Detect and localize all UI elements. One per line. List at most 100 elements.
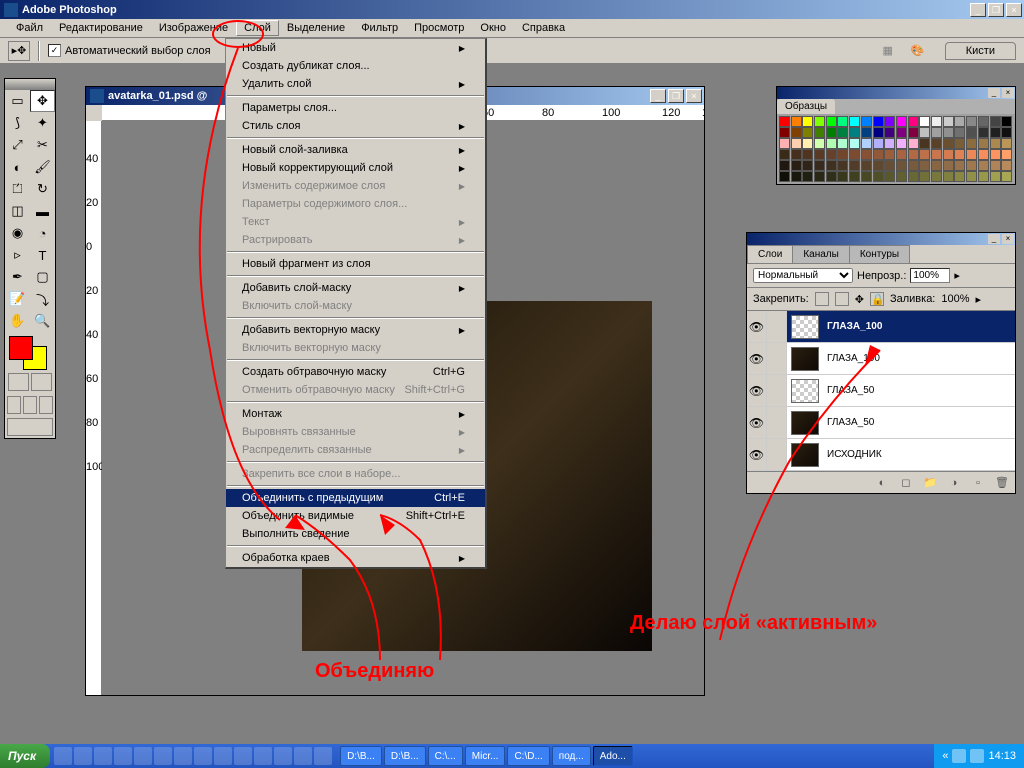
- visibility-icon[interactable]: 👁: [747, 407, 767, 438]
- swatch[interactable]: [966, 149, 977, 160]
- link-cell[interactable]: [767, 439, 787, 470]
- swatch[interactable]: [896, 127, 907, 138]
- swatch[interactable]: [861, 171, 872, 182]
- minimize-button[interactable]: _: [970, 3, 986, 17]
- swatch[interactable]: [826, 171, 837, 182]
- swatch[interactable]: [966, 138, 977, 149]
- swatch[interactable]: [954, 116, 965, 127]
- menu-file[interactable]: Файл: [8, 20, 51, 36]
- paths-tab[interactable]: Контуры: [849, 245, 910, 263]
- swatch[interactable]: [884, 171, 895, 182]
- screenmode-3[interactable]: [39, 396, 53, 414]
- gradient-tool[interactable]: ▬: [30, 200, 55, 222]
- blend-mode-select[interactable]: Нормальный: [753, 268, 853, 283]
- menu-filter[interactable]: Фильтр: [353, 20, 406, 36]
- swatch[interactable]: [826, 127, 837, 138]
- screenmode-1[interactable]: [7, 396, 21, 414]
- history-brush-tool[interactable]: ↻: [30, 178, 55, 200]
- standard-mode-button[interactable]: [8, 373, 29, 391]
- swatch[interactable]: [802, 171, 813, 182]
- swatch[interactable]: [826, 149, 837, 160]
- swatch[interactable]: [814, 160, 825, 171]
- menu-item[interactable]: Создать дубликат слоя...: [226, 57, 485, 75]
- color-swatches[interactable]: [5, 332, 55, 370]
- swatch[interactable]: [837, 171, 848, 182]
- ql-icon[interactable]: [234, 747, 252, 765]
- menu-view[interactable]: Просмотр: [406, 20, 472, 36]
- taskbar-task[interactable]: D:\B...: [384, 746, 426, 766]
- taskbar-task[interactable]: Micr...: [465, 746, 506, 766]
- swatch[interactable]: [837, 116, 848, 127]
- swatch[interactable]: [826, 138, 837, 149]
- taskbar-task[interactable]: C:\...: [428, 746, 463, 766]
- swatch[interactable]: [873, 127, 884, 138]
- quickmask-mode-button[interactable]: [31, 373, 52, 391]
- palette-well-icon[interactable]: 🎨: [907, 40, 929, 62]
- taskbar-task[interactable]: Ado...: [593, 746, 633, 766]
- swatch[interactable]: [1001, 171, 1012, 182]
- align-button[interactable]: ▦: [877, 40, 899, 62]
- swatch[interactable]: [861, 160, 872, 171]
- swatches-tab[interactable]: Образцы: [777, 99, 835, 114]
- swatch[interactable]: [990, 127, 1001, 138]
- brush-tool[interactable]: 🖌: [30, 156, 55, 178]
- swatch[interactable]: [931, 171, 942, 182]
- visibility-icon[interactable]: 👁: [747, 439, 767, 470]
- swatch[interactable]: [896, 149, 907, 160]
- ql-icon[interactable]: [314, 747, 332, 765]
- swatch[interactable]: [919, 149, 930, 160]
- swatch[interactable]: [849, 127, 860, 138]
- swatch[interactable]: [919, 138, 930, 149]
- swatch[interactable]: [1001, 127, 1012, 138]
- lock-transparency-icon[interactable]: [815, 292, 829, 306]
- swatch[interactable]: [966, 171, 977, 182]
- swatch[interactable]: [1001, 116, 1012, 127]
- swatch[interactable]: [966, 127, 977, 138]
- swatch[interactable]: [931, 160, 942, 171]
- swatch[interactable]: [908, 160, 919, 171]
- wand-tool[interactable]: ✦: [30, 112, 55, 134]
- swatch[interactable]: [849, 138, 860, 149]
- swatch[interactable]: [908, 116, 919, 127]
- layer-row[interactable]: 👁ГЛАЗА_50: [747, 375, 1015, 407]
- taskbar-task[interactable]: D:\B...: [340, 746, 382, 766]
- swatch[interactable]: [954, 160, 965, 171]
- menu-window[interactable]: Окно: [472, 20, 514, 36]
- swatch[interactable]: [966, 116, 977, 127]
- start-button[interactable]: Пуск: [0, 744, 50, 768]
- swatch[interactable]: [1001, 160, 1012, 171]
- zoom-tool[interactable]: 🔍: [30, 310, 55, 332]
- pen-tool[interactable]: ✒: [5, 266, 30, 288]
- ql-icon[interactable]: [254, 747, 272, 765]
- swatch[interactable]: [791, 138, 802, 149]
- panel-close[interactable]: ×: [1002, 88, 1014, 98]
- swatch[interactable]: [978, 160, 989, 171]
- menu-item[interactable]: Объединить видимыеShift+Ctrl+E: [226, 507, 485, 525]
- visibility-icon[interactable]: 👁: [747, 311, 767, 342]
- foreground-color[interactable]: [9, 336, 33, 360]
- menu-item[interactable]: Выполнить сведение: [226, 525, 485, 543]
- panel-minimize[interactable]: _: [988, 234, 1000, 244]
- menu-item[interactable]: Добавить векторную маску▶: [226, 321, 485, 339]
- swatch[interactable]: [814, 171, 825, 182]
- menu-item[interactable]: Новый слой-заливка▶: [226, 141, 485, 159]
- swatch[interactable]: [978, 171, 989, 182]
- swatch[interactable]: [826, 160, 837, 171]
- swatch[interactable]: [826, 116, 837, 127]
- swatch[interactable]: [779, 171, 790, 182]
- move-tool[interactable]: ✥: [30, 90, 55, 112]
- layer-row[interactable]: 👁ГЛАЗА_50: [747, 407, 1015, 439]
- swatch[interactable]: [966, 160, 977, 171]
- swatch[interactable]: [873, 171, 884, 182]
- swatch[interactable]: [884, 138, 895, 149]
- lasso-tool[interactable]: ⟆: [5, 112, 30, 134]
- swatch[interactable]: [779, 138, 790, 149]
- autoselect-checkbox[interactable]: ✓ Автоматический выбор слоя: [48, 44, 211, 57]
- brushes-palette-tab[interactable]: Кисти: [945, 42, 1016, 60]
- tray-icon[interactable]: [952, 749, 966, 763]
- dodge-tool[interactable]: ◔: [30, 222, 55, 244]
- swatch[interactable]: [779, 149, 790, 160]
- slice-tool[interactable]: ✂: [30, 134, 55, 156]
- swatch[interactable]: [802, 160, 813, 171]
- layer-row[interactable]: 👁ИСХОДНИК: [747, 439, 1015, 471]
